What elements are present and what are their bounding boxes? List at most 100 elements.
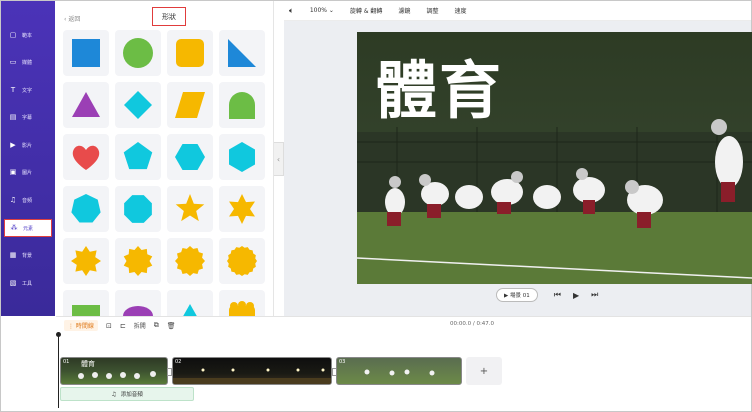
elements-icon: ⁂ bbox=[10, 224, 18, 232]
split-icon[interactable]: ⊏ bbox=[120, 322, 126, 330]
split-button[interactable]: 拆開 bbox=[134, 321, 146, 330]
hexagon-icon bbox=[175, 144, 205, 170]
background-icon: ▦ bbox=[9, 251, 17, 259]
sidebar-item-label: 音頻 bbox=[22, 197, 33, 204]
playhead[interactable] bbox=[56, 332, 61, 408]
sidebar-item-subtitle[interactable]: ▤ 字幕 bbox=[4, 108, 52, 126]
sidebar-item-image[interactable]: ▣ 圖片 bbox=[4, 163, 52, 181]
shape-small-triangle[interactable] bbox=[167, 290, 213, 316]
add-clip-button[interactable]: + bbox=[466, 357, 502, 385]
panel-title: 形狀 bbox=[152, 7, 186, 26]
collapse-panel-handle[interactable]: ‹ bbox=[274, 142, 284, 176]
playback-controls: ▶ 場景 01 ⏮ ▶ ⏭ bbox=[496, 288, 610, 302]
preview-stage: 體育 ▶ 場景 01 ⏮ ▶ ⏭ bbox=[284, 21, 752, 316]
flip-button[interactable]: 旋轉 & 翻轉 bbox=[350, 6, 383, 15]
triangle-icon bbox=[72, 92, 100, 117]
clip-thumbnail bbox=[78, 371, 156, 379]
sidebar-item-label: 影片 bbox=[22, 142, 33, 149]
right-triangle-icon bbox=[228, 39, 256, 67]
shape-right-triangle[interactable] bbox=[219, 30, 265, 76]
duplicate-icon[interactable]: ⧉ bbox=[154, 321, 159, 330]
shape-scalloped[interactable] bbox=[219, 290, 265, 316]
shape-heptagon[interactable] bbox=[63, 186, 109, 232]
shape-rounded-square[interactable] bbox=[167, 30, 213, 76]
ellipse-icon bbox=[123, 306, 153, 316]
sidebar-item-template[interactable]: ▢ 範本 bbox=[4, 26, 52, 44]
shape-burst16[interactable] bbox=[219, 238, 265, 284]
chevron-down-icon: ⌄ bbox=[328, 7, 334, 14]
burst16-icon bbox=[227, 246, 257, 276]
shape-pentagon[interactable] bbox=[115, 134, 161, 180]
shape-star5[interactable] bbox=[167, 186, 213, 232]
shape-diamond[interactable] bbox=[115, 82, 161, 128]
play-preview-icon[interactable]: ⊡ bbox=[106, 322, 112, 330]
zoom-select[interactable]: 100% ⌄ bbox=[310, 7, 334, 14]
speed-button[interactable]: 速度 bbox=[454, 6, 466, 15]
shape-circle[interactable] bbox=[115, 30, 161, 76]
sidebar-item-text[interactable]: T 文字 bbox=[4, 81, 52, 99]
sidebar-item-elements[interactable]: ⁂ 元素 bbox=[4, 219, 52, 237]
template-icon: ▢ bbox=[9, 31, 17, 39]
video-icon: ▶ bbox=[10, 141, 16, 149]
star5-icon bbox=[175, 194, 205, 222]
scene-selector[interactable]: ▶ 場景 01 bbox=[496, 288, 538, 302]
sidebar-item-label: 背景 bbox=[22, 252, 33, 259]
clip-03[interactable]: 03 bbox=[336, 357, 462, 385]
burst12-icon bbox=[175, 246, 205, 276]
shape-arch[interactable] bbox=[219, 82, 265, 128]
music-note-icon: ♫ bbox=[111, 390, 117, 398]
sidebar-item-label: 文字 bbox=[22, 87, 33, 94]
play-icon[interactable]: ▶ bbox=[573, 291, 579, 300]
circle-icon bbox=[123, 38, 153, 68]
shape-triangle[interactable] bbox=[63, 82, 109, 128]
editor-toolbar: 🔈︎ 100% ⌄ 旋轉 & 翻轉 濾鏡 調整 速度 bbox=[284, 1, 751, 21]
shape-octagon[interactable] bbox=[115, 186, 161, 232]
speaker-icon[interactable]: 🔈︎ bbox=[289, 6, 294, 16]
timeline-toggle[interactable]: ⋮ 時間線 bbox=[64, 320, 98, 331]
shape-hexagon-vertical[interactable] bbox=[219, 134, 265, 180]
hexagon-vertical-icon bbox=[229, 142, 255, 172]
sidebar-item-audio[interactable]: ♫ 音頻 bbox=[4, 191, 52, 209]
sidebar-item-label: 媒體 bbox=[22, 59, 33, 66]
sidebar-item-video[interactable]: ▶ 影片 bbox=[4, 136, 52, 154]
music-icon: ♫ bbox=[9, 196, 17, 204]
sidebar-item-label: 工具 bbox=[22, 280, 33, 287]
sidebar-item-tools[interactable]: ▧ 工具 bbox=[4, 274, 52, 292]
shape-hexagon[interactable] bbox=[167, 134, 213, 180]
timeline: ⋮ 時間線 ⊡ ⊏ 拆開 ⧉ 🗑︎ 00:00.0 / 0:47.0 01 體育… bbox=[56, 316, 751, 411]
shape-square[interactable] bbox=[63, 30, 109, 76]
star6-icon bbox=[229, 194, 255, 224]
shape-heart[interactable] bbox=[63, 134, 109, 180]
heptagon-icon bbox=[71, 194, 101, 223]
shape-green-rect[interactable] bbox=[63, 290, 109, 316]
shape-ellipse[interactable] bbox=[115, 290, 161, 316]
shape-burst12[interactable] bbox=[167, 238, 213, 284]
back-link[interactable]: ‹ 返回 bbox=[64, 14, 80, 23]
shape-parallelogram[interactable] bbox=[167, 82, 213, 128]
skip-forward-icon[interactable]: ⏭ bbox=[591, 290, 598, 300]
filter-button[interactable]: 濾鏡 bbox=[398, 6, 410, 15]
arch-icon bbox=[229, 92, 255, 119]
video-preview[interactable]: 體育 bbox=[357, 32, 752, 284]
adjust-button[interactable]: 調整 bbox=[426, 6, 438, 15]
sidebar-item-background[interactable]: ▦ 背景 bbox=[4, 246, 52, 264]
octagon-icon bbox=[124, 195, 152, 223]
media-icon: ▭ bbox=[9, 58, 17, 66]
clip-01[interactable]: 01 體育 bbox=[60, 357, 168, 385]
rounded-square-icon bbox=[176, 39, 204, 67]
timeline-icon: ⋮ bbox=[68, 323, 76, 330]
clip-02[interactable]: 02 bbox=[172, 357, 332, 385]
shape-star6[interactable] bbox=[219, 186, 265, 232]
timeline-toolbar: ⋮ 時間線 ⊡ ⊏ 拆開 ⧉ 🗑︎ bbox=[56, 317, 751, 334]
delete-icon[interactable]: 🗑︎ bbox=[167, 322, 176, 330]
shape-burst10[interactable] bbox=[115, 238, 161, 284]
sidebar: ▢ 範本 ▭ 媒體 T 文字 ▤ 字幕 ▶ 影片 ▣ 圖片 ♫ 音頻 ⁂ 元素 ▦ 背景 ▧ 工具 bbox=[1, 1, 55, 316]
shape-burst8[interactable] bbox=[63, 238, 109, 284]
clip-thumbnail bbox=[173, 368, 331, 384]
add-audio-button[interactable]: ♫ 添加音頻 bbox=[60, 387, 194, 401]
parallelogram-icon bbox=[175, 92, 205, 118]
sidebar-item-media[interactable]: ▭ 媒體 bbox=[4, 53, 52, 71]
sidebar-item-label: 元素 bbox=[23, 225, 34, 232]
video-title-text[interactable]: 體育 bbox=[375, 40, 503, 130]
skip-back-icon[interactable]: ⏮ bbox=[554, 290, 561, 300]
